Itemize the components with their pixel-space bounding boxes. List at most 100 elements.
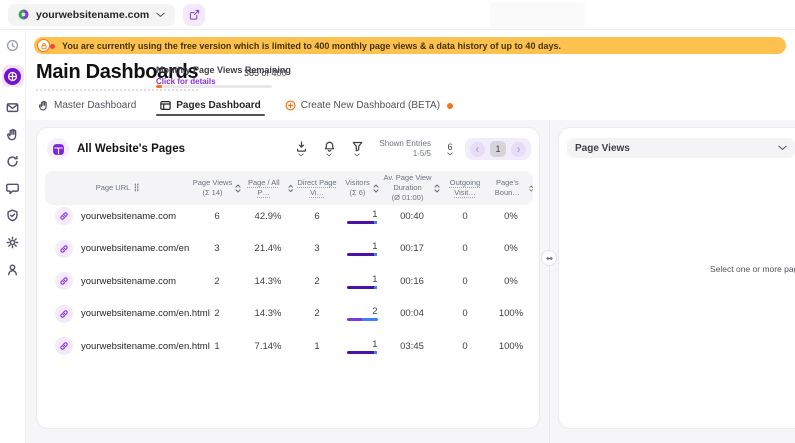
page-size-select[interactable]: 6 [447,142,453,156]
table-row[interactable]: yourwebsitename.com/en 3 21.4% 3 1 00:17… [45,233,533,266]
outgoing-visitors-value: 0 [441,211,489,222]
chevron-down-icon [326,153,332,157]
table-column-header[interactable]: Page / All P… [243,178,293,198]
sort-icon[interactable] [235,184,241,193]
table-column-header[interactable]: Visitors(Σ 6) [341,178,383,198]
quota-progress [156,85,272,88]
site-selector[interactable]: yourwebsitename.com [8,4,175,26]
dashboards-active-badge [4,68,21,85]
bounce-rate-value: 100% [489,308,533,319]
visitors-value: 1 [347,339,378,350]
tab-master-dashboard[interactable]: Master Dashboard [38,100,136,116]
sidebar-item-settings[interactable] [6,235,20,249]
shown-entries-label: Shown Entries [379,139,431,148]
filter-button[interactable] [347,141,367,157]
page-share-value: 21.4% [243,243,293,254]
visitors-bar [347,286,378,289]
page-link-button[interactable] [55,240,73,258]
table-card-icon-bg [47,138,69,160]
column-label: Outgoing Visit… [441,178,489,198]
page-url: yourwebsitename.com/en [81,243,189,254]
alert-dot [50,44,55,49]
grid-icon [52,143,65,156]
user-pin-icon [6,263,19,276]
table-body: yourwebsitename.com 6 42.9% 6 1 00:40 0 … [45,200,533,363]
chevron-down-icon [447,152,453,156]
open-site-button[interactable] [183,4,205,26]
tab-create-new-dashboard[interactable]: Create New Dashboard (BETA) [285,100,453,116]
page-share-value: 14.3% [243,276,293,287]
sort-icon[interactable] [434,184,440,193]
direct-page-views-value: 1 [293,341,341,352]
page-link-button[interactable] [55,337,73,355]
panel-title: Page Views [575,143,778,154]
sidebar-item-automation[interactable] [6,154,20,168]
table-column-header[interactable]: Outgoing Visit… [441,178,489,198]
sidebar [0,30,26,443]
sidebar-item-messages[interactable] [6,181,20,195]
column-label: Page URL [96,183,131,193]
visitors-value: 1 [347,241,378,252]
table-row[interactable]: yourwebsitename.com/en.html 2 14.3% 2 2 … [45,298,533,331]
sort-icon[interactable] [373,184,379,193]
link-icon [59,244,69,254]
visitors-cell: 1 [341,339,383,354]
sidebar-item-security[interactable] [6,208,20,222]
column-label: Page's Boun… [489,178,526,198]
page-share-value: 14.3% [243,308,293,319]
prev-page-button[interactable] [470,142,485,157]
beta-notification-dot [447,103,453,109]
chevron-down-icon [298,153,304,157]
table-row[interactable]: yourwebsitename.com/en.html 1 7.14% 1 1 … [45,330,533,363]
table-column-header[interactable]: Av. Page ViewDuration(Ø 01:00) [383,173,441,203]
table-row[interactable]: yourwebsitename.com 6 42.9% 6 1 00:40 0 … [45,200,533,233]
lock-badge [37,39,50,52]
sidebar-item-account[interactable] [6,262,20,276]
download-icon [296,141,307,152]
sidebar-item-history[interactable] [6,38,20,52]
chevron-right-icon [515,146,522,153]
table-column-header[interactable]: Page's Boun… [489,178,533,198]
browser-window-icon [160,100,171,111]
page-views-value: 2 [191,276,243,287]
sidebar-item-inbox[interactable] [6,100,20,114]
quota-value: 385 of 400 [244,68,287,78]
table-column-header[interactable]: Page Views(Σ 14) [191,178,243,198]
avg-duration-value: 00:17 [383,243,441,254]
avg-duration-value: 00:40 [383,211,441,222]
sort-icon[interactable] [529,184,533,193]
export-button[interactable] [291,141,311,157]
outgoing-visitors-value: 0 [441,243,489,254]
page-views-value: 6 [191,211,243,222]
panel-resize-handle[interactable] [541,250,557,266]
page-views-accordion[interactable]: Page Views [567,138,795,158]
mail-icon [6,101,19,114]
visitors-cell: 1 [341,209,383,224]
current-page[interactable]: 1 [490,141,506,157]
page-views-panel: Page Views Select one or more pages to v [558,127,795,429]
page-link-button[interactable] [55,272,73,290]
tab-pages-dashboard[interactable]: Pages Dashboard [160,100,260,116]
visitors-value: 1 [347,274,378,285]
table-card-header: All Website's Pages Shown Entries 1-5/5 [37,128,539,168]
link-icon [59,341,69,351]
free-version-banner: You are currently using the free version… [34,37,786,54]
table-column-header[interactable]: Page URL [45,183,191,193]
page-link-button[interactable] [55,207,73,225]
visitors-bar [347,351,378,354]
table-row[interactable]: yourwebsitename.com 2 14.3% 2 1 00:16 0 … [45,265,533,298]
sidebar-item-interactions[interactable] [6,127,20,141]
page-link-button[interactable] [55,305,73,323]
visitors-cell: 1 [341,274,383,289]
direct-page-views-value: 2 [293,276,341,287]
sidebar-item-dashboards[interactable] [2,65,24,87]
alerts-button[interactable] [319,141,339,157]
table-column-header[interactable]: Direct Page Vi… [293,178,341,198]
empty-state-text: Select one or more pages to v [710,264,795,274]
page-url: yourwebsitename.com [81,276,176,287]
next-page-button[interactable] [511,142,526,157]
link-icon [59,309,69,319]
external-link-icon [189,9,200,20]
topbar-placeholder [490,2,585,28]
chat-icon [6,182,19,195]
